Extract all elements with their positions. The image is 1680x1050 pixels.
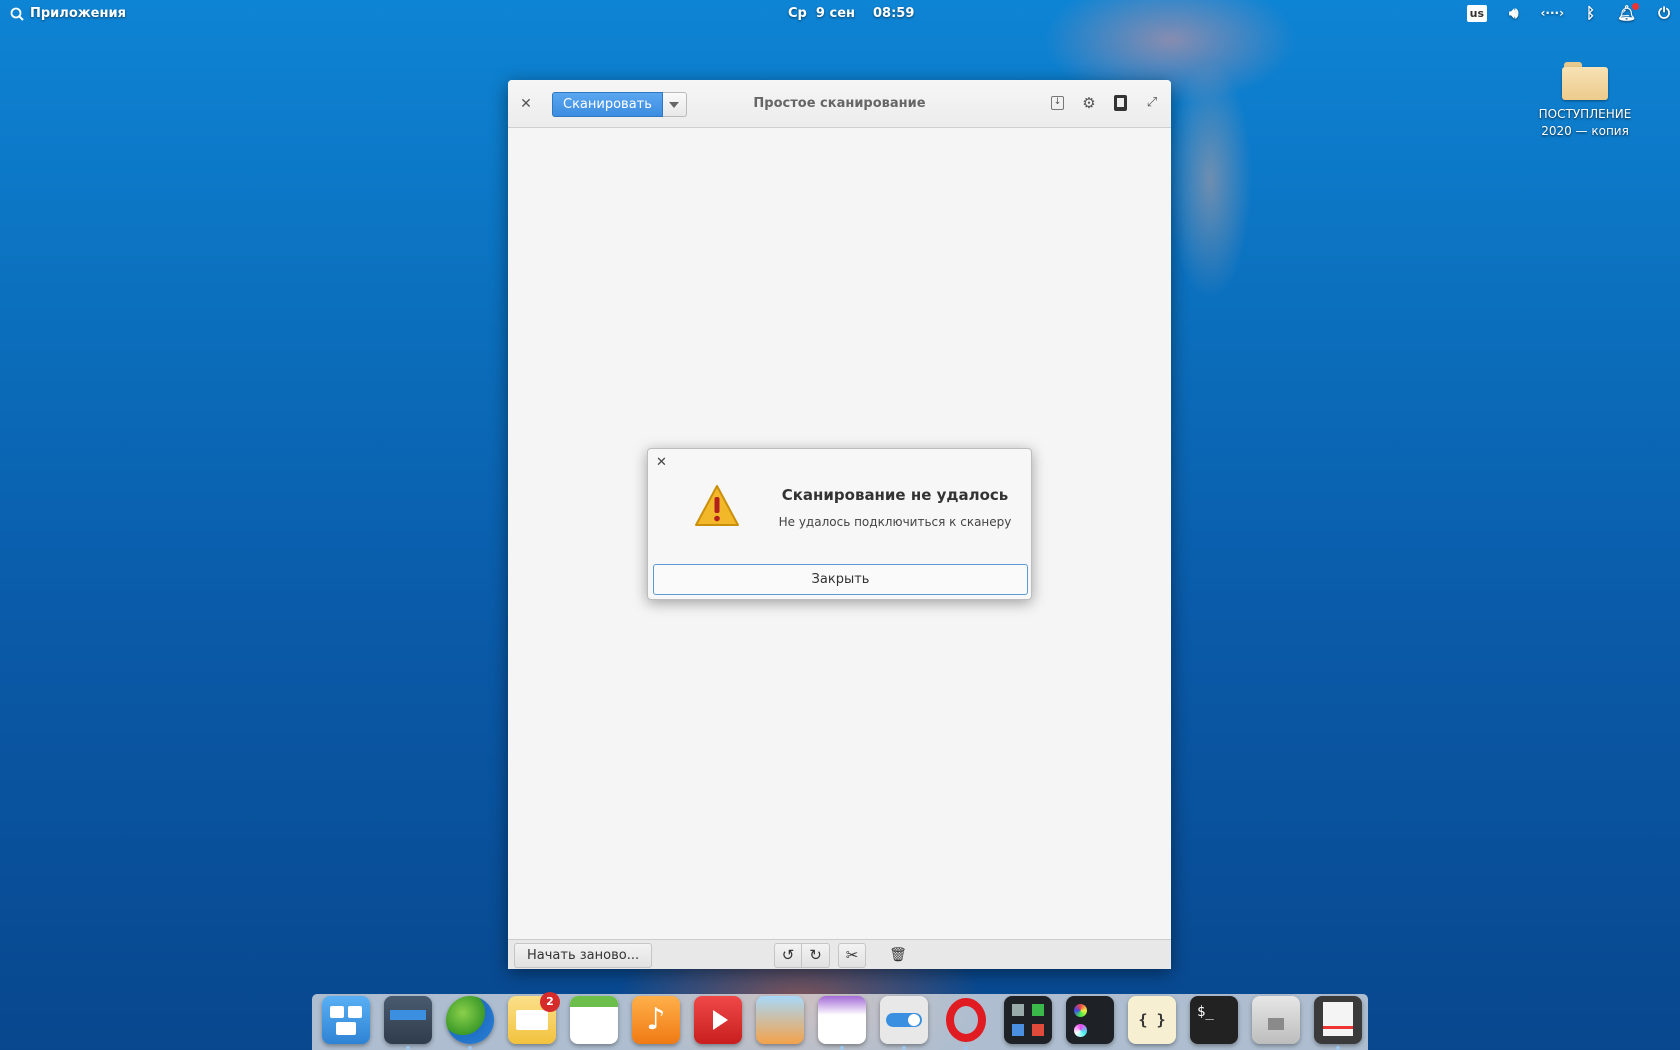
titlebar-actions: ↓ ⚙ ⤢ (1051, 94, 1161, 112)
running-indicator (902, 1046, 906, 1050)
close-icon: ✕ (656, 455, 667, 470)
running-indicator (1336, 1046, 1340, 1050)
videos-icon[interactable] (694, 996, 742, 1044)
indicators: us 🔊︎ ‹···› ᛒ 🔔︎ ⏻ (1466, 3, 1670, 22)
running-indicator (406, 1046, 410, 1050)
error-dialog: ✕ Сканирование не удалось Не удалось под… (647, 448, 1032, 600)
appcenter-grid-icon[interactable] (384, 996, 432, 1050)
date-label: 9 сен (815, 6, 855, 21)
terminal-icon[interactable]: $_ (1190, 996, 1238, 1044)
music-icon[interactable]: ♪ (632, 996, 680, 1044)
crop-button[interactable]: ✂ (838, 943, 866, 968)
dialog-message: Не удалось подключиться к сканеру (778, 515, 1012, 529)
web-browser-icon[interactable] (446, 996, 494, 1050)
rotate-right-icon: ↻ (809, 946, 822, 964)
power-icon[interactable]: ⏻ (1658, 4, 1670, 22)
folder-icon (1562, 62, 1608, 100)
dock: 2 ♪ { } $_ (322, 992, 1362, 1050)
rotate-right-button[interactable]: ↻ (802, 943, 830, 968)
rotate-left-button[interactable]: ↺ (774, 943, 802, 968)
save-icon[interactable]: ↓ (1051, 96, 1064, 110)
restart-button[interactable]: Начать заново... (514, 943, 653, 968)
mail-unread-badge: 2 (540, 992, 560, 1012)
system-settings-icon[interactable] (880, 996, 928, 1050)
mail-icon[interactable]: 2 (508, 992, 560, 1044)
window-titlebar: ✕ Сканировать Простое сканирование ↓ ⚙ ⤢ (508, 80, 1171, 128)
calendar-icon[interactable] (570, 996, 618, 1044)
network-icon[interactable]: ‹···› (1540, 4, 1564, 22)
fullscreen-icon[interactable]: ⤢ (1143, 94, 1161, 112)
search-icon (10, 7, 24, 21)
color-picker-icon[interactable] (1066, 996, 1114, 1044)
top-panel: Приложения Ср 9 сен 08:59 us 🔊︎ ‹···› ᛒ … (0, 0, 1680, 28)
warning-icon (695, 485, 739, 526)
running-indicator (468, 1046, 472, 1050)
rotate-left-icon: ↺ (781, 946, 795, 964)
applications-label: Приложения (30, 6, 126, 21)
bluetooth-icon[interactable]: ᛒ (1586, 4, 1595, 22)
document-icon[interactable] (1114, 95, 1127, 111)
folder-label-line1: ПОСТУПЛЕНИЕ (1538, 107, 1632, 121)
running-indicator (840, 1046, 844, 1050)
opera-icon[interactable] (942, 996, 990, 1050)
notifications-icon[interactable]: 🔔︎ (1617, 3, 1640, 22)
dialog-close-button[interactable]: ✕ (656, 455, 667, 470)
folder-label-line2: 2020 — копия (1541, 124, 1629, 138)
applications-menu[interactable]: Приложения (10, 6, 126, 21)
office-icon[interactable] (1004, 996, 1052, 1044)
day-label: Ср (788, 6, 807, 21)
dialog-title: Сканирование не удалось (781, 486, 1009, 504)
window-bottombar: Начать заново... ↺ ↻ ✂ 🗑︎ (508, 939, 1171, 969)
time-label: 08:59 (873, 6, 915, 21)
desktop-folder[interactable]: ПОСТУПЛЕНИЕ 2020 — копия (1535, 62, 1635, 140)
appcenter-icon[interactable] (818, 996, 866, 1050)
datetime-indicator[interactable]: Ср 9 сен 08:59 (788, 6, 914, 21)
code-editor-icon[interactable]: { } (1128, 996, 1176, 1044)
volume-icon[interactable]: 🔊︎ (1509, 4, 1518, 22)
gear-icon[interactable]: ⚙ (1080, 94, 1098, 112)
dialog-close-action-button[interactable]: Закрыть (653, 564, 1028, 595)
photos-icon[interactable] (756, 996, 804, 1044)
notification-dot (1632, 3, 1640, 10)
page-tools: ↺ ↻ ✂ (774, 943, 866, 968)
running-indicator (964, 1046, 968, 1050)
keyboard-layout-indicator[interactable]: us (1466, 4, 1488, 22)
files-icon[interactable] (1252, 996, 1300, 1044)
multitasking-view-icon[interactable] (322, 996, 370, 1044)
simple-scan-icon[interactable] (1314, 996, 1362, 1050)
trash-icon: 🗑︎ (889, 947, 907, 963)
delete-button[interactable]: 🗑︎ (884, 943, 912, 968)
scissors-icon: ✂ (845, 946, 859, 964)
